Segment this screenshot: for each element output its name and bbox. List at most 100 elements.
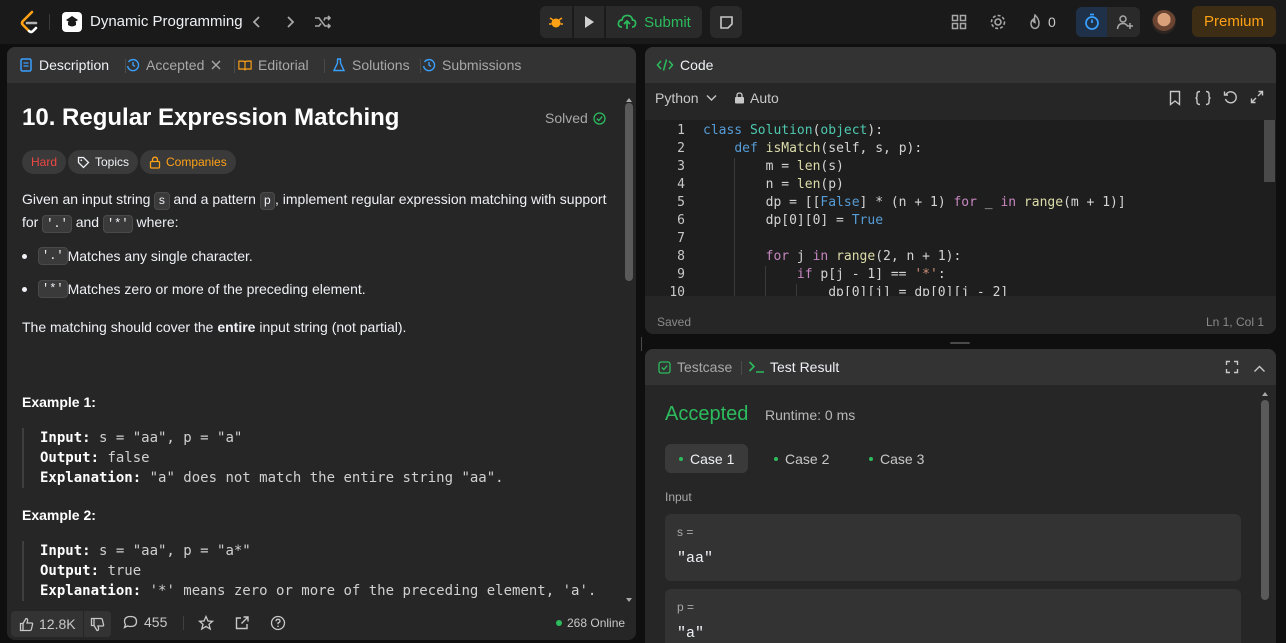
- scrollbar-thumb[interactable]: [1264, 120, 1275, 182]
- language-label: Python: [655, 90, 699, 106]
- vertical-splitter[interactable]: [641, 337, 642, 351]
- text: Matches zero or more of the preceding el…: [67, 281, 366, 297]
- input-label: Input:: [40, 430, 91, 446]
- scroll-down-icon[interactable]: [624, 595, 634, 605]
- auto-mode[interactable]: Auto: [734, 90, 779, 106]
- star-icon[interactable]: [197, 614, 215, 636]
- example-block: Input: s = "aa", p = "a" Output: false E…: [22, 428, 602, 488]
- scrollbar-thumb[interactable]: [625, 103, 633, 281]
- timer-group: [1076, 7, 1140, 37]
- code-content: class Solution(object): def isMatch(self…: [703, 120, 1263, 296]
- layout-icon[interactable]: [949, 12, 969, 32]
- topics-chip[interactable]: Topics: [68, 150, 139, 174]
- list-item: '.' Matches any single character.: [22, 247, 253, 265]
- tab-label: Editorial: [258, 57, 309, 73]
- run-controls: Submit: [540, 6, 702, 38]
- line-number: 3: [677, 159, 685, 174]
- output-value: true: [99, 563, 142, 579]
- case-tab-1[interactable]: Case 1: [665, 444, 749, 473]
- tab-divider: [741, 361, 742, 375]
- companies-chip[interactable]: Companies: [140, 150, 236, 174]
- companies-label: Companies: [166, 155, 227, 169]
- logo-icon[interactable]: [18, 10, 40, 34]
- prev-icon[interactable]: [247, 12, 267, 32]
- history-icon: [126, 58, 140, 72]
- submit-button[interactable]: Submit: [606, 6, 702, 38]
- text: and: [71, 214, 103, 230]
- bullet: [22, 286, 27, 292]
- code-editor[interactable]: 1 2 3 4 5 6 7 8 9 10 class Solution(obje…: [645, 120, 1263, 296]
- gear-icon[interactable]: [988, 12, 1008, 32]
- inline-code: '.': [38, 247, 68, 265]
- share-icon[interactable]: [234, 615, 250, 636]
- online-count: 268 Online: [567, 616, 626, 630]
- scrollbar[interactable]: [624, 95, 634, 605]
- tab-description[interactable]: Description: [19, 47, 109, 83]
- premium-button[interactable]: Premium: [1192, 6, 1276, 37]
- help-icon[interactable]: [270, 615, 286, 636]
- scrollbar-thumb[interactable]: [1261, 400, 1269, 600]
- add-user-icon[interactable]: [1109, 7, 1140, 37]
- code-line: m = len(s): [703, 159, 844, 174]
- braces-icon[interactable]: [1194, 90, 1212, 111]
- code-line: def isMatch(self, s, p):: [734, 141, 923, 156]
- checkbox-icon: [657, 360, 671, 374]
- problem-list-title[interactable]: Dynamic Programming: [90, 13, 243, 30]
- line-number: 5: [677, 195, 685, 210]
- panel-splitter[interactable]: [950, 342, 970, 344]
- editor-scrollbar-track[interactable]: [1263, 120, 1276, 296]
- dislike-button[interactable]: [84, 611, 111, 637]
- tab-testcase[interactable]: Testcase: [657, 349, 732, 385]
- avatar[interactable]: [1152, 10, 1176, 34]
- explanation-value: '*' means zero or more of the preceding …: [141, 583, 597, 599]
- shuffle-icon[interactable]: [313, 12, 333, 32]
- line-number: 7: [677, 231, 685, 246]
- reset-icon[interactable]: [1223, 90, 1239, 111]
- next-icon[interactable]: [280, 12, 300, 32]
- inline-code: s: [154, 192, 170, 210]
- timer-icon[interactable]: [1076, 7, 1107, 37]
- tab-label: Solutions: [352, 57, 410, 73]
- close-icon[interactable]: [211, 60, 221, 70]
- streak-counter[interactable]: 0: [1028, 12, 1062, 32]
- tab-label: Testcase: [677, 359, 733, 375]
- note-icon[interactable]: [710, 6, 742, 38]
- mode-label: Auto: [750, 90, 779, 106]
- streak-count: 0: [1048, 14, 1056, 30]
- verdict: Accepted: [665, 403, 749, 425]
- tab-solutions[interactable]: Solutions: [332, 47, 410, 83]
- code-line: class Solution(object):: [703, 123, 884, 138]
- tab-label: Code: [680, 57, 714, 73]
- tab-test-result[interactable]: Test Result: [748, 349, 839, 385]
- case-tab-2[interactable]: Case 2: [760, 444, 843, 473]
- tab-submissions[interactable]: Submissions: [422, 47, 521, 83]
- text: where:: [132, 214, 179, 230]
- tab-accepted[interactable]: Accepted: [126, 47, 221, 83]
- check-circle-icon: [593, 111, 606, 125]
- problem-title[interactable]: 10. Regular Expression Matching: [22, 104, 399, 132]
- bookmark-icon[interactable]: [1168, 90, 1182, 111]
- debug-icon[interactable]: [540, 6, 572, 38]
- case-tab-3[interactable]: Case 3: [855, 444, 938, 473]
- tab-editorial[interactable]: Editorial: [238, 47, 309, 83]
- result-header: Testcase Test Result: [645, 349, 1276, 385]
- scroll-up-icon[interactable]: [1260, 389, 1270, 399]
- book-icon: [238, 58, 252, 72]
- run-icon[interactable]: [574, 6, 604, 38]
- comments-button[interactable]: 455: [123, 614, 167, 630]
- problem-list-icon[interactable]: [62, 12, 82, 32]
- list-item: '*' Matches zero or more of the precedin…: [22, 280, 366, 298]
- expand-icon[interactable]: [1250, 90, 1264, 109]
- code-line: n = len(p): [703, 177, 844, 192]
- fire-icon: [1028, 14, 1042, 30]
- tab-code[interactable]: Code: [656, 47, 713, 83]
- difficulty-badge[interactable]: Hard: [22, 150, 67, 174]
- input-value: s = "aa", p = "a*": [90, 543, 251, 559]
- fullscreen-icon[interactable]: [1225, 360, 1239, 379]
- chevron-up-icon[interactable]: [1253, 361, 1266, 379]
- language-select[interactable]: Python: [655, 90, 717, 106]
- tag-icon: [77, 156, 90, 169]
- like-button[interactable]: 12.8K: [11, 611, 83, 637]
- line-number: 8: [677, 249, 685, 264]
- result-scrollbar[interactable]: [1260, 389, 1270, 643]
